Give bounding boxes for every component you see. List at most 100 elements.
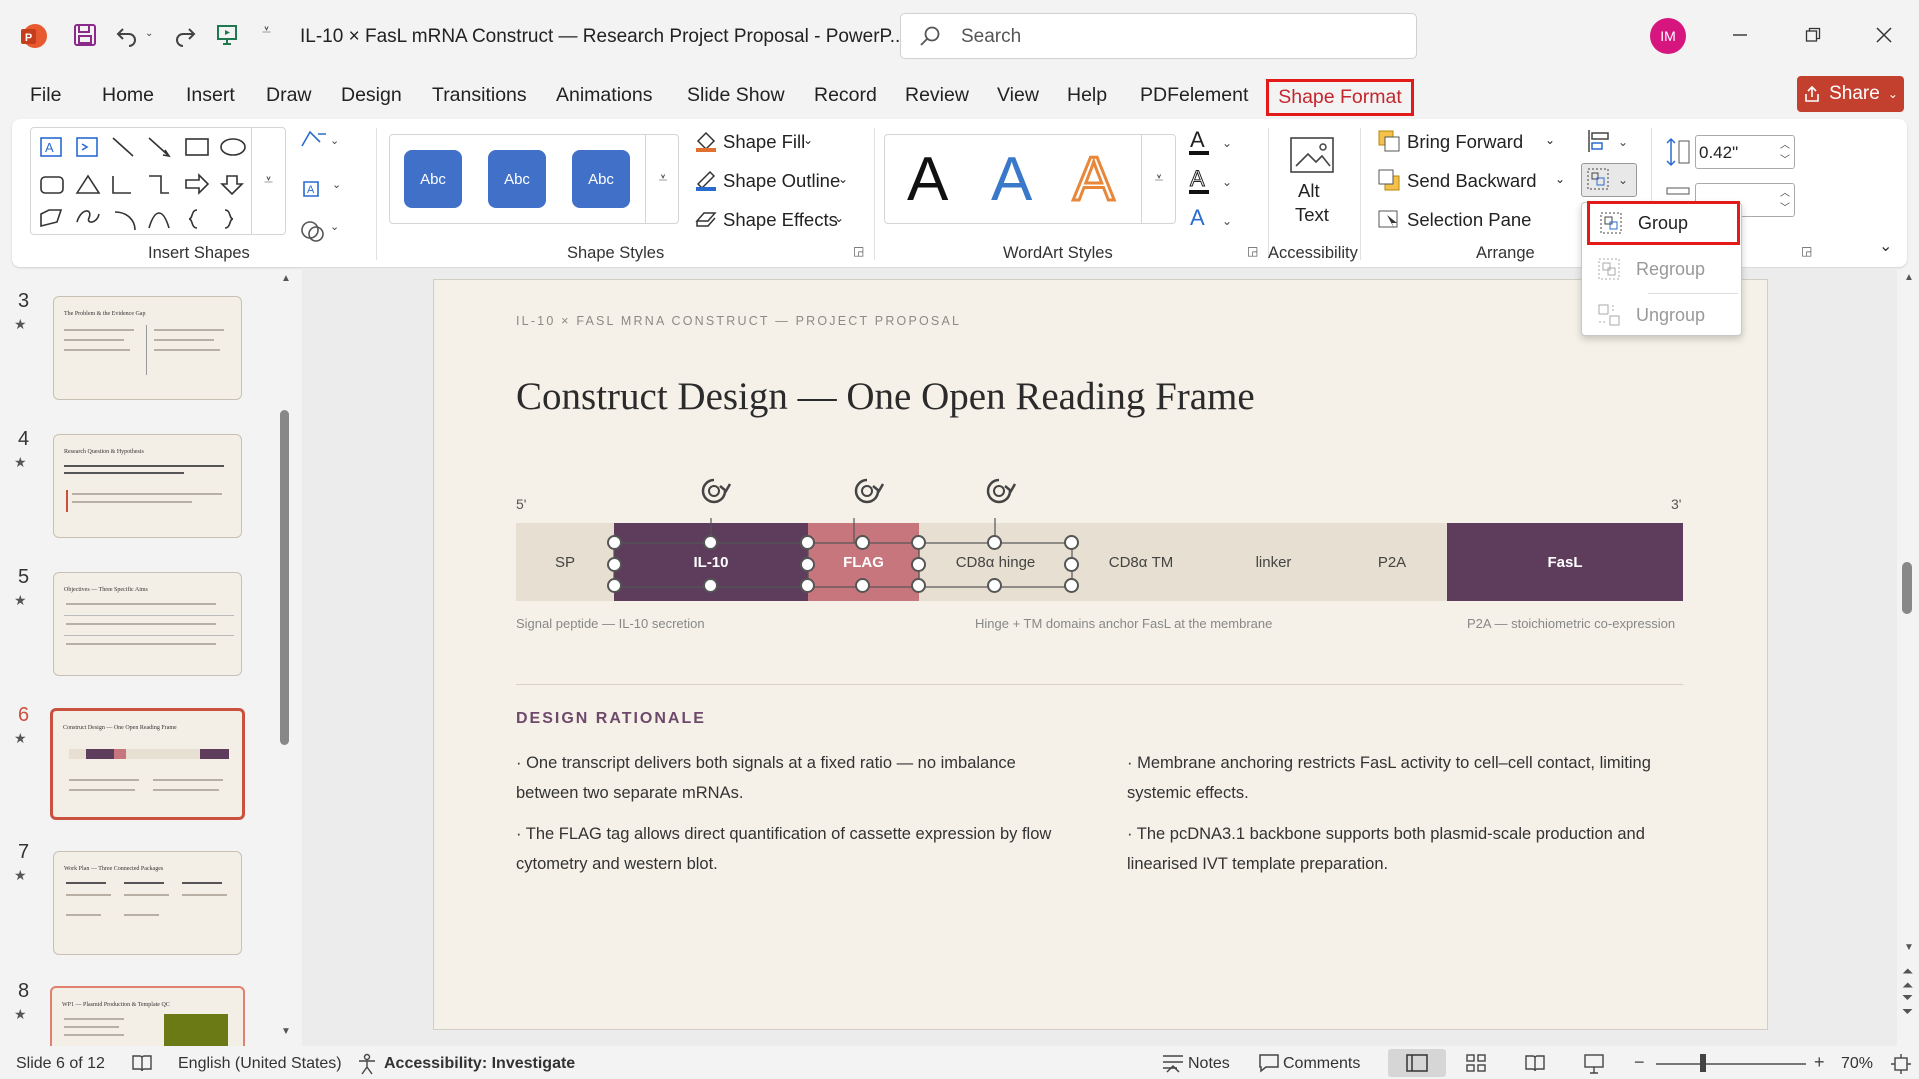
alt-text-icon[interactable] <box>1288 132 1336 176</box>
send-backward-button[interactable]: Send Backward <box>1407 170 1537 192</box>
text-fill-icon[interactable]: A A A ⌄ ⌄ ⌄ <box>1188 127 1234 239</box>
tab-file[interactable]: File <box>30 84 61 107</box>
zoom-slider[interactable] <box>1656 1063 1806 1065</box>
rationale-bullet[interactable]: · Membrane anchoring restricts FasL acti… <box>1127 748 1667 808</box>
height-input[interactable]: 0.42" ︿ ﹀ <box>1695 135 1795 169</box>
resize-handle[interactable] <box>911 535 926 550</box>
comments-icon[interactable] <box>1258 1053 1280 1073</box>
resize-handle[interactable] <box>607 535 622 550</box>
slide-thumbnail[interactable]: Objectives — Three Specific Aims <box>53 572 242 676</box>
resize-handle[interactable] <box>703 535 718 550</box>
save-icon[interactable] <box>70 20 100 50</box>
zoom-slider-thumb[interactable] <box>1700 1054 1706 1072</box>
scroll-up-icon[interactable]: ▲ <box>1904 272 1914 283</box>
group-objects-button[interactable]: ⌄ <box>1581 163 1637 197</box>
customize-toolbar-icon[interactable]: ⩡ <box>262 22 271 40</box>
alt-text-label[interactable]: Text <box>1295 204 1329 226</box>
spelling-check-icon[interactable] <box>131 1053 153 1073</box>
shape-style-swatch[interactable]: Abc <box>488 150 546 208</box>
menu-item-regroup[interactable]: Regroup <box>1588 249 1736 289</box>
undo-icon[interactable] <box>112 20 142 50</box>
slide-sorter-icon[interactable] <box>1465 1053 1487 1073</box>
normal-view-button[interactable] <box>1388 1049 1446 1077</box>
bring-forward-icon[interactable] <box>1377 129 1401 153</box>
language-button[interactable]: English (United States) <box>178 1055 342 1073</box>
shape-style-swatch[interactable]: Abc <box>572 150 630 208</box>
chevron-down-icon[interactable]: ⌄ <box>838 172 848 186</box>
fit-to-window-icon[interactable] <box>1890 1053 1912 1075</box>
selection-pane-icon[interactable] <box>1377 207 1401 231</box>
spin-down-icon[interactable]: ﹀ <box>1780 199 1790 214</box>
undo-dropdown-icon[interactable]: ⌄ <box>145 28 153 39</box>
menu-item-group[interactable]: Group <box>1587 201 1740 245</box>
resize-handle[interactable] <box>800 535 815 550</box>
caption-hinge-tm[interactable]: Hinge + TM domains anchor FasL at the me… <box>975 616 1272 631</box>
styles-more-icon[interactable]: ⩡ <box>645 134 680 224</box>
rotate-handle-icon[interactable] <box>694 476 734 508</box>
shapes-gallery[interactable]: A ⩡ <box>30 127 286 235</box>
tab-pdfelement[interactable]: PDFelement <box>1140 84 1248 107</box>
resize-handle[interactable] <box>1064 557 1079 572</box>
tab-review[interactable]: Review <box>905 84 969 107</box>
scroll-up-icon[interactable]: ▲ <box>281 273 291 284</box>
slide-thumbnail[interactable]: The Problem & the Evidence Gap <box>53 296 242 400</box>
zoom-level[interactable]: 70% <box>1841 1055 1873 1073</box>
dialog-launcher-icon[interactable]: ◲ <box>853 244 864 258</box>
shape-fill-button[interactable]: Shape Fill <box>723 131 805 153</box>
reading-view-icon[interactable] <box>1524 1053 1546 1073</box>
accessibility-button[interactable]: Accessibility: Investigate <box>384 1055 575 1073</box>
restore-icon[interactable] <box>1798 20 1828 50</box>
segment-p2a[interactable]: P2A <box>1337 523 1447 601</box>
caption-signal-peptide[interactable]: Signal peptide — IL-10 secretion <box>516 616 705 631</box>
segment-fasl[interactable]: FasL <box>1447 523 1683 601</box>
dialog-launcher-icon[interactable]: ◲ <box>1247 244 1258 258</box>
chevron-down-icon[interactable]: ⌄ <box>803 133 813 147</box>
tab-transitions[interactable]: Transitions <box>432 84 527 107</box>
resize-handle[interactable] <box>987 535 1002 550</box>
tab-design[interactable]: Design <box>341 84 402 107</box>
resize-handle[interactable] <box>855 578 870 593</box>
resize-handle[interactable] <box>911 557 926 572</box>
tab-home[interactable]: Home <box>102 84 154 107</box>
resize-handle[interactable] <box>703 578 718 593</box>
previous-slide-icon[interactable]: ⏶ ⏶ <box>1902 964 1913 992</box>
close-icon[interactable] <box>1869 20 1899 50</box>
tab-record[interactable]: Record <box>814 84 877 107</box>
resize-handle[interactable] <box>800 578 815 593</box>
slide-thumbnail[interactable]: Research Question & Hypothesis <box>53 434 242 538</box>
spin-down-icon[interactable]: ﹀ <box>1780 151 1790 166</box>
wordart-style-black[interactable]: A <box>907 144 948 215</box>
redo-icon[interactable] <box>170 20 200 50</box>
slide-thumbnail[interactable]: WP1 — Plasmid Production & Template QC <box>50 986 245 1048</box>
search-box[interactable]: Search <box>900 13 1417 59</box>
five-prime-label[interactable]: 5' <box>516 496 526 512</box>
wordart-style-blue[interactable]: A <box>991 144 1032 215</box>
send-backward-icon[interactable] <box>1377 168 1401 192</box>
rotate-handle-icon[interactable] <box>847 476 887 508</box>
resize-handle[interactable] <box>855 535 870 550</box>
resize-handle[interactable] <box>607 557 622 572</box>
tab-draw[interactable]: Draw <box>266 84 312 107</box>
shape-outline-icon[interactable] <box>694 168 718 192</box>
segment-linker[interactable]: linker <box>1210 523 1337 601</box>
zoom-out-icon[interactable]: − <box>1634 1052 1645 1073</box>
rationale-bullet[interactable]: · One transcript delivers both signals a… <box>516 748 1076 808</box>
tab-help[interactable]: Help <box>1067 84 1107 107</box>
tab-slide-show[interactable]: Slide Show <box>687 84 785 107</box>
chevron-down-icon[interactable]: ⌄ <box>1545 133 1555 147</box>
notes-button[interactable]: Notes <box>1188 1055 1230 1073</box>
shape-outline-button[interactable]: Shape Outline <box>723 170 840 192</box>
collapse-ribbon-icon[interactable]: ⌄ <box>1879 236 1892 256</box>
resize-handle[interactable] <box>800 557 815 572</box>
dialog-launcher-icon[interactable]: ◲ <box>1801 244 1812 258</box>
comments-button[interactable]: Comments <box>1283 1055 1360 1073</box>
share-button[interactable]: Share ⌄ <box>1797 76 1904 112</box>
spin-up-icon[interactable]: ︿ <box>1780 184 1790 199</box>
wordart-more-icon[interactable]: ⩡ <box>1141 134 1176 224</box>
notes-icon[interactable] <box>1161 1053 1185 1073</box>
wordart-style-orange[interactable]: A <box>1071 144 1115 216</box>
bring-forward-button[interactable]: Bring Forward <box>1407 131 1523 153</box>
shape-effects-icon[interactable] <box>694 207 718 231</box>
present-icon[interactable] <box>212 20 242 50</box>
rationale-heading[interactable]: DESIGN RATIONALE <box>516 710 706 728</box>
